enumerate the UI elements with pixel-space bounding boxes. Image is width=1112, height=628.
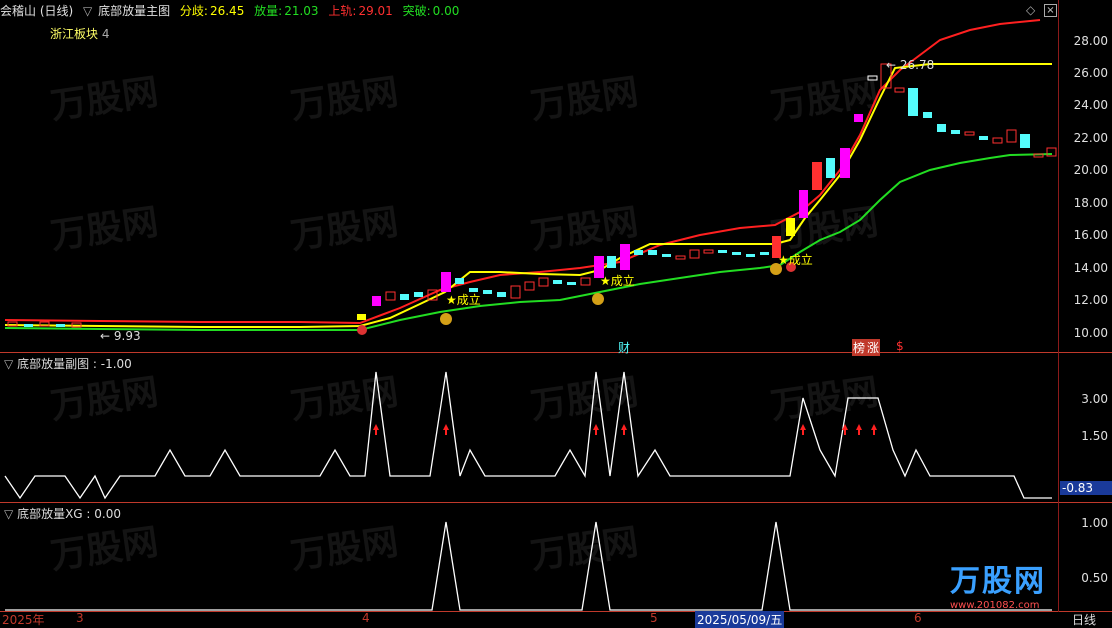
- y-tick: 1.50: [1081, 429, 1108, 443]
- candle: [760, 252, 769, 255]
- candle: [867, 75, 878, 81]
- candle: [607, 256, 616, 268]
- candle: [992, 137, 1003, 144]
- up-arrow-icon: [373, 424, 379, 430]
- fangliang-line: [4, 63, 1052, 328]
- sub1-title[interactable]: ▽ 底部放量副图 : -1.00: [4, 355, 132, 372]
- candle: [24, 324, 33, 327]
- x-label-year: 2025年: [2, 613, 45, 627]
- collapse-icon[interactable]: ▽: [4, 507, 13, 521]
- up-arrow-icon: [871, 424, 877, 430]
- up-arrow-icon: [856, 424, 862, 430]
- candle: [937, 124, 946, 132]
- candle: [441, 272, 451, 292]
- candle: [497, 292, 506, 297]
- candle: [799, 190, 808, 218]
- x-label-month: 6: [914, 611, 922, 625]
- signal-icon: [592, 293, 604, 305]
- up-arrow-icon: [621, 424, 627, 430]
- candle: [840, 148, 850, 178]
- candlestick-chart: [4, 19, 1057, 611]
- signal-label: ★成立: [600, 274, 635, 288]
- sub1-line: [4, 371, 1052, 500]
- cai-marker[interactable]: 财: [618, 339, 630, 356]
- candle: [648, 250, 657, 255]
- candle: [455, 278, 464, 284]
- candle: [746, 254, 755, 257]
- candle: [964, 131, 975, 136]
- candle: [908, 88, 918, 116]
- period-label[interactable]: 日线: [1072, 611, 1096, 628]
- brand-url: www.201082.com: [950, 600, 1040, 611]
- y-tick: 1.00: [1081, 516, 1108, 530]
- candle: [951, 130, 960, 134]
- current-value-badge: -0.83: [1060, 481, 1112, 495]
- candle: [483, 290, 492, 294]
- candle: [538, 277, 549, 287]
- candle: [56, 324, 65, 327]
- candle: [786, 218, 795, 236]
- candle: [553, 280, 562, 284]
- candle: [703, 249, 714, 254]
- candle: [732, 252, 741, 255]
- candle: [718, 250, 727, 253]
- candles: [7, 63, 1057, 328]
- up-arrow-icon: [443, 424, 449, 430]
- candle: [1020, 134, 1030, 148]
- low-price-label: ← 9.93: [100, 329, 141, 343]
- signal-icon: [357, 325, 367, 335]
- candle: [894, 87, 905, 93]
- candle: [634, 250, 643, 255]
- x-label-month: 4: [362, 611, 370, 625]
- candle: [580, 277, 591, 286]
- sub2-title-text: 底部放量XG : 0.00: [17, 507, 121, 521]
- candle: [854, 114, 863, 122]
- sub2-line: [5, 521, 1052, 611]
- candle: [567, 282, 576, 285]
- upper-band-line: [4, 19, 1041, 325]
- sub1-title-text: 底部放量副图 : -1.00: [17, 357, 132, 371]
- candle: [510, 285, 521, 299]
- high-price-label: ← 26.78: [886, 58, 935, 72]
- candle: [385, 291, 396, 301]
- candle: [400, 294, 409, 300]
- sub1-arrows: [373, 424, 877, 435]
- x-label-month: 3: [76, 611, 84, 625]
- zhang-marker[interactable]: 涨: [866, 339, 881, 356]
- candle: [675, 255, 686, 260]
- candle: [826, 158, 835, 178]
- candle: [1033, 153, 1044, 158]
- collapse-icon[interactable]: ▽: [4, 357, 13, 371]
- y-tick: 0.50: [1081, 571, 1108, 585]
- candle: [979, 136, 988, 140]
- x-label-cursor-date: 2025/05/09/五: [695, 611, 785, 628]
- candle: [662, 254, 671, 257]
- signal-icon: [440, 313, 452, 325]
- y-tick: 3.00: [1081, 392, 1108, 406]
- signal-label: ★成立: [446, 293, 481, 307]
- signal-label: ★成立: [778, 253, 813, 267]
- up-arrow-icon: [593, 424, 599, 430]
- lower-band-line: [4, 153, 1053, 331]
- candle: [524, 281, 535, 291]
- brand-name: 万股网: [950, 564, 1046, 599]
- candle: [620, 244, 630, 270]
- up-arrow-icon: [800, 424, 806, 430]
- candle: [414, 292, 423, 297]
- candle: [923, 112, 932, 118]
- bang-marker[interactable]: 榜: [852, 339, 867, 356]
- candle: [372, 296, 381, 306]
- candle: [357, 314, 366, 320]
- sub2-title[interactable]: ▽ 底部放量XG : 0.00: [4, 505, 121, 522]
- candle: [812, 162, 822, 190]
- dollar-marker[interactable]: $: [896, 339, 904, 353]
- brand-logo: 万股网 www.201082.com: [950, 556, 1046, 611]
- candle: [689, 249, 700, 259]
- candle: [1006, 129, 1017, 143]
- x-label-month: 5: [650, 611, 658, 625]
